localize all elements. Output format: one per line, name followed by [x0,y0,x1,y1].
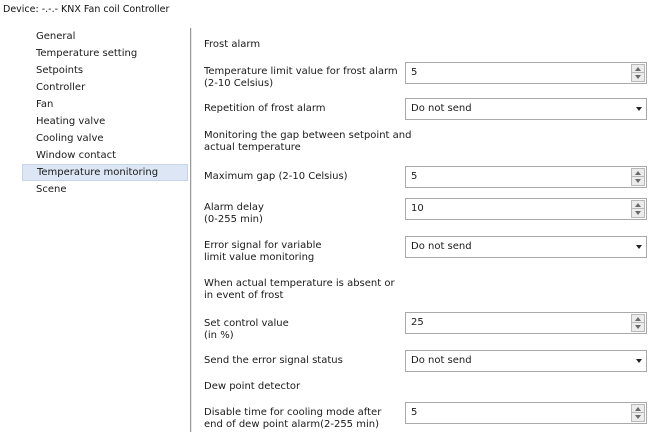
error-signal-status-label: Send the error signal status [204,355,343,366]
alarm-delay-spinbox[interactable]: 10 [405,198,647,220]
sidebar-item-setpoints[interactable]: Setpoints [22,62,188,79]
set-control-value-spinner[interactable] [631,314,645,332]
spin-down-icon[interactable] [631,413,645,422]
set-control-value-label-line2: (in %) [204,330,234,341]
sidebar-item-fan[interactable]: Fan [22,96,188,113]
frost-temp-limit-label-line1: Temperature limit value for frost alarm [204,66,398,77]
spin-down-icon[interactable] [631,73,645,82]
dew-point-heading: Dew point detector [204,381,301,392]
frost-alarm-heading: Frost alarm [204,39,261,50]
sidebar-item-window-contact[interactable]: Window contact [22,147,188,164]
spin-down-icon[interactable] [631,209,645,218]
sidebar-item-cooling-valve[interactable]: Cooling valve [22,130,188,147]
chevron-down-icon[interactable] [636,359,642,363]
frost-temp-limit-label: Temperature limit value for frost alarm … [204,66,414,90]
error-signal-status-value[interactable]: Do not send [411,351,472,371]
absent-temperature-heading-line2: in event of frost [204,290,284,301]
error-signal-status-dropdown[interactable]: Do not send [405,350,647,372]
spin-down-icon[interactable] [631,177,645,186]
error-signal-value[interactable]: Do not send [411,237,472,257]
maximum-gap-label: Maximum gap (2-10 Celsius) [204,171,348,182]
spin-up-icon[interactable] [631,168,645,177]
maximum-gap-spinbox[interactable]: 5 [405,166,647,188]
gap-monitoring-heading: Monitoring the gap between setpoint and … [204,130,414,154]
maximum-gap-spinner[interactable] [631,168,645,186]
spin-up-icon[interactable] [631,314,645,323]
frost-temp-limit-label-line2: (2-10 Celsius) [204,78,274,89]
panel-divider [190,28,192,432]
sidebar-item-controller[interactable]: Controller [22,79,188,96]
spin-up-icon[interactable] [631,404,645,413]
set-control-value-label-line1: Set control value [204,318,289,329]
set-control-value-spinbox[interactable]: 25 [405,312,647,334]
sidebar-item-heating-valve[interactable]: Heating valve [22,113,188,130]
chevron-down-icon[interactable] [636,245,642,249]
gap-monitoring-heading-line2: actual temperature [204,142,301,153]
gap-monitoring-heading-line1: Monitoring the gap between setpoint and [204,130,412,141]
frost-repetition-dropdown[interactable]: Do not send [405,98,647,120]
error-signal-label: Error signal for variable limit value mo… [204,240,414,264]
disable-time-label: Disable time for cooling mode after end … [204,407,414,431]
sidebar-item-general[interactable]: General [22,28,188,45]
spin-up-icon[interactable] [631,64,645,73]
spin-up-icon[interactable] [631,200,645,209]
alarm-delay-spinner[interactable] [631,200,645,218]
chevron-down-icon[interactable] [636,107,642,111]
disable-time-label-line2: end of dew point alarm(2-255 min) [204,419,379,430]
alarm-delay-value[interactable]: 10 [411,199,424,219]
spin-down-icon[interactable] [631,323,645,332]
frost-temp-limit-value[interactable]: 5 [411,63,417,83]
disable-time-label-line1: Disable time for cooling mode after [204,407,382,418]
error-signal-dropdown[interactable]: Do not send [405,236,647,258]
alarm-delay-label-line1: Alarm delay [204,202,264,213]
alarm-delay-label-line2: (0-255 min) [204,214,263,225]
set-control-value-label: Set control value (in %) [204,318,414,342]
error-signal-label-line2: limit value monitoring [204,252,315,263]
sidebar-item-temperature-monitoring[interactable]: Temperature monitoring [22,164,188,181]
set-control-value-value[interactable]: 25 [411,313,424,333]
sidebar-nav: General Temperature setting Setpoints Co… [22,28,188,432]
frost-repetition-value[interactable]: Do not send [411,99,472,119]
absent-temperature-heading-line1: When actual temperature is absent or [204,278,395,289]
sidebar-item-scene[interactable]: Scene [22,181,188,198]
disable-time-spinbox[interactable]: 5 [405,402,647,424]
frost-temp-limit-spinbox[interactable]: 5 [405,62,647,84]
maximum-gap-value[interactable]: 5 [411,167,417,187]
alarm-delay-label: Alarm delay (0-255 min) [204,202,414,226]
error-signal-label-line1: Error signal for variable [204,240,322,251]
disable-time-value[interactable]: 5 [411,403,417,423]
disable-time-spinner[interactable] [631,404,645,422]
absent-temperature-heading: When actual temperature is absent or in … [204,278,414,302]
sidebar-item-temperature-setting[interactable]: Temperature setting [22,45,188,62]
frost-repetition-label: Repetition of frost alarm [204,103,326,114]
window-title: Device: -.-.- KNX Fan coil Controller [3,4,170,15]
frost-temp-limit-spinner[interactable] [631,64,645,82]
